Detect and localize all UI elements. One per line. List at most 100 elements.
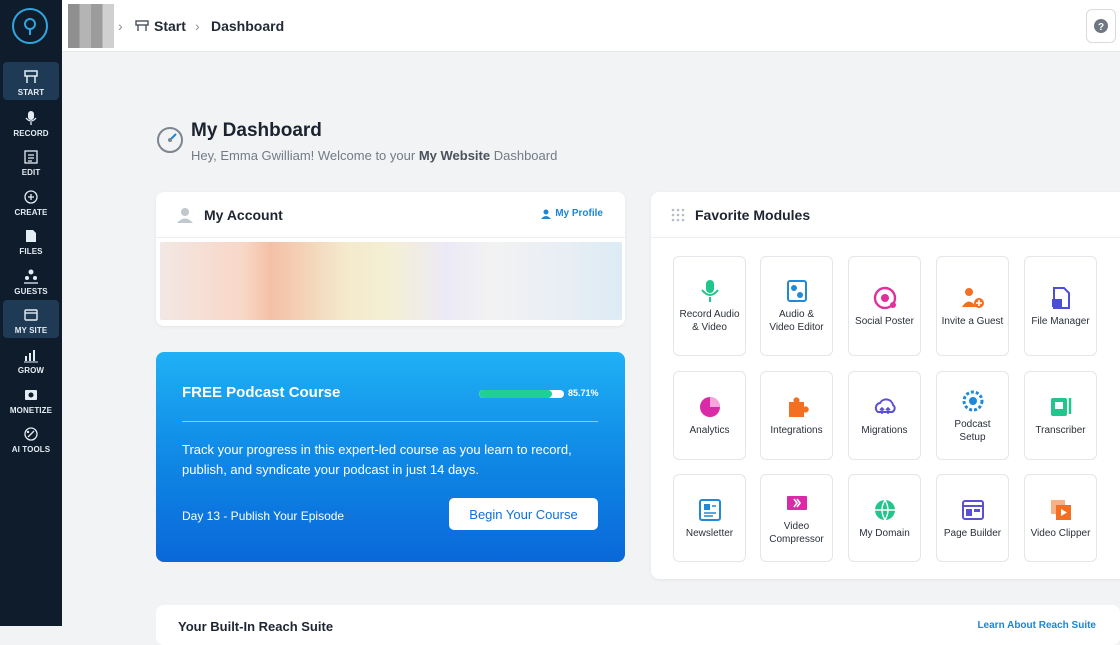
course-title: FREE Podcast Course <box>182 384 341 401</box>
dashboard-gauge-icon <box>157 127 183 153</box>
module-video-compressor[interactable]: Video Compressor <box>760 474 833 562</box>
module-analytics[interactable]: Analytics <box>673 371 746 460</box>
page-subtitle: Hey, Emma Gwilliam! Welcome to your My W… <box>191 148 557 163</box>
module-migrations[interactable]: Migrations <box>848 371 921 460</box>
favorite-modules-card: Favorite Modules Record Audio & Video Aud… <box>651 192 1120 579</box>
site-name: My Website <box>418 148 491 163</box>
greeting-text: Hey, Emma Gwilliam! Welcome to your <box>191 148 416 163</box>
module-integrations[interactable]: Integrations <box>760 371 833 460</box>
app-logo[interactable] <box>12 8 48 44</box>
module-page-builder[interactable]: Page Builder <box>936 474 1009 562</box>
breadcrumb-start[interactable]: Start <box>154 18 186 34</box>
sidebar-item-label: AI TOOLS <box>11 445 51 454</box>
module-file-manager[interactable]: File Manager <box>1024 256 1097 356</box>
site-icon <box>24 309 38 321</box>
ai-icon <box>24 427 38 441</box>
greeting-suffix: Dashboard <box>493 148 558 163</box>
module-video-clipper[interactable]: Video Clipper <box>1024 474 1097 562</box>
my-profile-label: My Profile <box>555 208 603 219</box>
sidebar-item-my-site[interactable]: MY SITE <box>3 300 59 338</box>
module-label: Transcriber <box>1035 425 1086 436</box>
sidebar-item-monetize[interactable]: MONETIZE <box>3 380 59 418</box>
logo-icon <box>24 18 36 35</box>
invite-icon <box>961 287 984 308</box>
modules-card-header: Favorite Modules <box>651 192 1120 238</box>
sidebar-item-ai-tools[interactable]: AI TOOLS <box>3 419 59 457</box>
sidebar-item-label: EDIT <box>21 168 41 177</box>
help-icon: ? <box>1094 19 1108 33</box>
breadcrumb-separator: › <box>195 18 200 34</box>
sidebar-item-label: GUESTS <box>14 287 48 296</box>
monetize-icon <box>25 390 37 400</box>
create-icon <box>24 190 38 204</box>
sidebar-item-guests[interactable]: GUESTS <box>3 261 59 299</box>
account-title: My Account <box>204 206 283 223</box>
module-newsletter[interactable]: Newsletter <box>673 474 746 562</box>
module-label: Migrations <box>861 425 908 436</box>
course-current-day: Day 13 - Publish Your Episode <box>182 509 345 523</box>
module-invite-a-guest[interactable]: Invite a Guest <box>936 256 1009 356</box>
sidebar-item-grow[interactable]: GROW <box>3 340 59 378</box>
module-label: Analytics <box>689 425 730 436</box>
sidebar-item-create[interactable]: CREATE <box>3 182 59 220</box>
sidebar-item-edit[interactable]: EDIT <box>3 142 59 180</box>
site-thumbnail[interactable] <box>68 4 114 48</box>
sidebar-item-label: MY SITE <box>14 326 48 335</box>
my-profile-link[interactable]: My Profile <box>541 208 603 219</box>
module-label: My Domain <box>859 527 910 539</box>
pie-icon <box>699 397 720 417</box>
sidebar-item-label: CREATE <box>14 208 48 217</box>
files-icon <box>26 230 36 242</box>
module-social-poster[interactable]: Social Poster <box>848 256 921 356</box>
mic-icon <box>25 111 37 125</box>
sidebar-item-record[interactable]: RECORD <box>3 103 59 141</box>
sidebar-item-label: RECORD <box>13 129 49 138</box>
module-label: Podcast Setup <box>954 418 991 443</box>
module-label: Newsletter <box>685 527 734 539</box>
social-icon <box>873 286 896 309</box>
sidebar-item-label: FILES <box>19 247 43 256</box>
compress-icon <box>786 496 807 510</box>
breadcrumb-dashboard: Dashboard <box>211 18 285 34</box>
sidebar-item-files[interactable]: FILES <box>3 221 59 259</box>
module-record-audio-video[interactable]: Record Audio & Video <box>673 256 746 356</box>
page-icon <box>961 499 984 520</box>
module-label: Audio & Video Editor <box>769 309 824 333</box>
sidebar: START RECORD EDIT CREATE FILES GUESTS MY SITE G… <box>0 0 62 626</box>
top-bar: › Start › Dashboard ? <box>62 0 1120 52</box>
module-label: Integrations <box>770 425 823 436</box>
file-icon <box>1051 286 1070 309</box>
module-label: Video Clipper <box>1030 527 1091 539</box>
module-podcast-setup[interactable]: Podcast Setup <box>936 371 1009 460</box>
module-label: Invite a Guest <box>941 315 1004 327</box>
svg-text:?: ? <box>1098 22 1104 33</box>
start-icon <box>24 70 38 83</box>
clipper-icon <box>1050 499 1071 520</box>
module-label: Record Audio & Video <box>679 309 740 333</box>
course-description: Track your progress in this expert-led c… <box>182 442 572 477</box>
module-my-domain[interactable]: My Domain <box>848 474 921 562</box>
transcribe-icon <box>1050 398 1071 416</box>
course-progress-text: 85.71% <box>568 388 599 398</box>
globe-icon <box>874 499 895 521</box>
puzzle-icon <box>788 397 809 417</box>
podcast-course-card: FREE Podcast Course 85.71% Track your pr… <box>156 352 625 562</box>
reach-suite-title: Your Built-In Reach Suite <box>178 619 334 634</box>
account-details-redacted <box>160 242 622 320</box>
course-progress-fill <box>479 390 552 398</box>
begin-course-button[interactable]: Begin Your Course <box>449 498 598 530</box>
chart-icon <box>24 350 38 363</box>
gear-icon <box>962 390 983 411</box>
edit-icon <box>24 150 38 164</box>
user-icon <box>177 207 193 223</box>
module-audio-video-editor[interactable]: Audio & Video Editor <box>760 256 833 356</box>
module-transcriber[interactable]: Transcriber <box>1024 371 1097 460</box>
profile-icon <box>541 209 552 219</box>
start-icon <box>135 20 149 31</box>
breadcrumb-separator: › <box>118 18 123 34</box>
help-button[interactable]: ? <box>1086 9 1116 43</box>
newsletter-icon <box>698 498 721 521</box>
course-divider <box>182 421 598 422</box>
sidebar-item-start[interactable]: START <box>3 62 59 100</box>
modules-title: Favorite Modules <box>695 206 811 223</box>
